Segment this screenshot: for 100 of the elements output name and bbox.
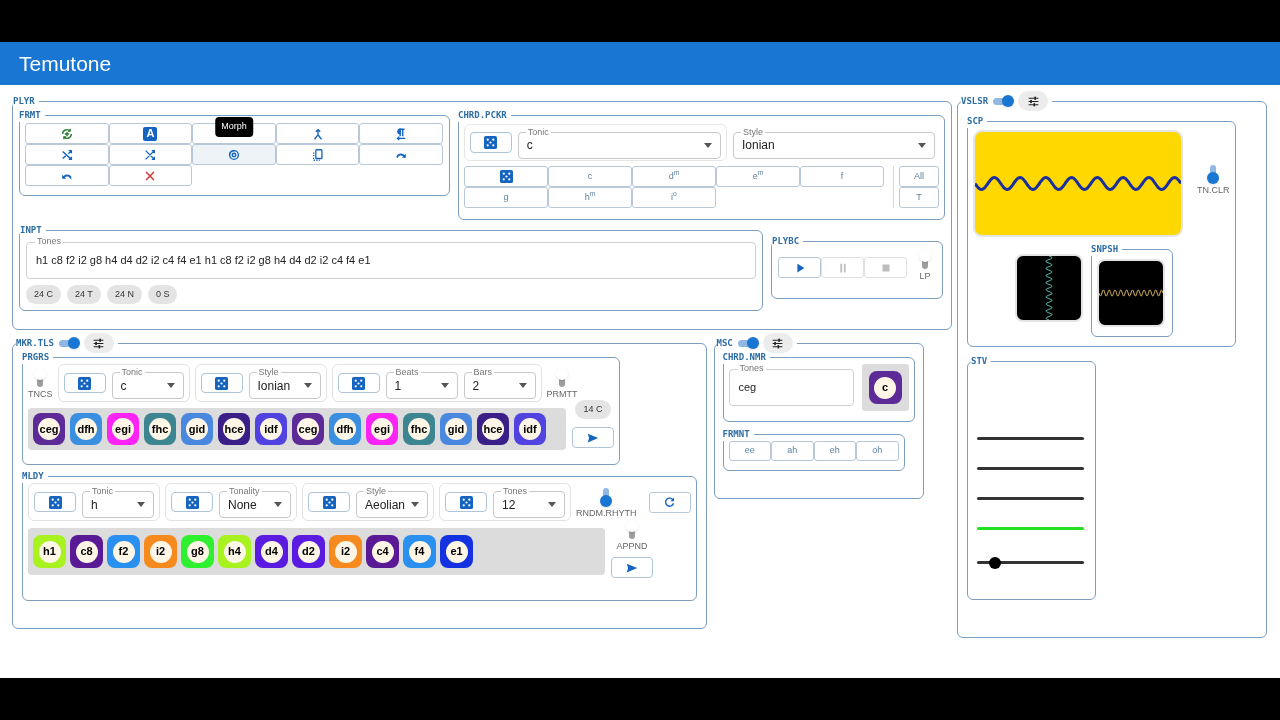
section-title: FRMNT [722, 429, 750, 439]
tooltip: Morph [215, 117, 253, 137]
send-button[interactable] [572, 427, 614, 448]
caret-icon [166, 383, 175, 388]
chord-button[interactable]: f [800, 166, 884, 187]
section-title: VSLSR [961, 96, 989, 106]
section-title: FRMT [19, 110, 41, 120]
slider[interactable] [977, 557, 1084, 569]
note-tile[interactable]: f4 [403, 535, 436, 568]
play-button[interactable] [778, 257, 821, 278]
random-button[interactable] [337, 373, 380, 393]
formant-button[interactable]: ee [728, 441, 771, 461]
filter-button[interactable]: All [899, 166, 939, 187]
chord-button[interactable]: i$^{o}$ [632, 187, 716, 208]
random-button[interactable] [464, 166, 548, 187]
note-tile[interactable]: g8 [181, 535, 214, 568]
toggle-switch[interactable] [992, 95, 1015, 107]
settings-button[interactable] [83, 333, 114, 353]
app-title: Temutone [19, 50, 112, 77]
toggle-switch[interactable] [919, 250, 931, 270]
toggle-switch[interactable] [736, 337, 759, 349]
crossing-arrows-icon [143, 147, 158, 162]
dice-icon [499, 170, 513, 183]
random-button[interactable] [308, 492, 350, 512]
caret-icon [411, 502, 419, 507]
formant-button[interactable]: ah [771, 441, 814, 461]
random-button[interactable] [200, 373, 243, 393]
section-title: PLYR [13, 96, 35, 106]
settings-icon [92, 336, 106, 350]
note-tile[interactable]: i2 [144, 535, 177, 568]
caret-icon [548, 502, 556, 507]
refresh-button[interactable] [648, 491, 691, 513]
section-title: INPT [20, 225, 42, 235]
note-tile[interactable]: ceg [33, 413, 65, 445]
chord-button[interactable]: c [548, 166, 632, 187]
random-button[interactable] [171, 492, 213, 512]
note-tile[interactable]: hce [218, 413, 250, 445]
note-tile[interactable]: e1 [440, 535, 473, 568]
count-chip: 14 C [575, 400, 611, 419]
format-button[interactable] [25, 123, 109, 144]
note-tile[interactable]: c [868, 371, 902, 404]
send-button[interactable] [611, 557, 653, 578]
caret-icon [704, 142, 712, 148]
note-tile[interactable]: c4 [366, 535, 399, 568]
random-button[interactable] [445, 492, 487, 512]
chord-button[interactable]: h$^{m}$ [548, 187, 632, 208]
settings-icon [771, 336, 785, 350]
format-button[interactable] [275, 144, 360, 165]
note-tile[interactable]: d4 [255, 535, 288, 568]
note-tile[interactable]: fhc [144, 413, 176, 445]
random-button[interactable] [63, 373, 106, 393]
toggle-switch[interactable] [57, 337, 80, 349]
toggle-switch[interactable] [34, 367, 47, 388]
section-title: SNPSH [1091, 244, 1119, 254]
note-tile[interactable]: d2 [292, 535, 325, 568]
sine-wave [1099, 289, 1163, 297]
chord-button[interactable]: d$^{m}$ [632, 166, 716, 187]
toggle-label: TN.CLR [1197, 186, 1230, 195]
note-tile[interactable]: gid [440, 413, 472, 445]
note-tile[interactable]: dfh [329, 413, 361, 445]
settings-button[interactable] [1018, 91, 1049, 111]
spiral-icon [227, 147, 241, 162]
note-tile[interactable]: i2 [329, 535, 362, 568]
random-button[interactable] [34, 492, 76, 512]
sine-wave [1045, 256, 1053, 320]
settings-button[interactable] [762, 333, 793, 353]
toggle-label: TNCS [28, 389, 53, 399]
format-button[interactable] [25, 144, 109, 165]
note-tile[interactable]: h4 [218, 535, 251, 568]
note-tile[interactable]: f2 [107, 535, 140, 568]
caret-icon [918, 142, 926, 148]
formant-button[interactable]: eh [813, 441, 856, 461]
note-tile[interactable]: ceg [292, 413, 324, 445]
toggle-label: PRMTT [546, 389, 578, 399]
chord-button[interactable]: g [464, 187, 548, 208]
note-tile[interactable]: gid [181, 413, 213, 445]
note-tile[interactable]: egi [366, 413, 398, 445]
format-button[interactable] [359, 123, 443, 144]
toggle-switch[interactable] [1207, 164, 1220, 184]
format-button[interactable]: A [108, 123, 193, 144]
note-tile[interactable]: egi [107, 413, 139, 445]
note-tile[interactable]: h1 [33, 535, 66, 568]
toggle-switch[interactable] [556, 367, 568, 388]
note-tile[interactable]: idf [255, 413, 287, 445]
caret-icon [303, 383, 312, 388]
dice-icon [78, 376, 91, 390]
note-tile[interactable]: idf [514, 413, 546, 445]
note-tile[interactable]: hce [477, 413, 509, 445]
toggle-label: APPND [616, 542, 648, 551]
random-button[interactable] [470, 132, 512, 153]
toggle-switch[interactable] [626, 520, 638, 540]
dice-icon [352, 376, 365, 390]
note-tile[interactable]: c8 [70, 535, 103, 568]
section-title: PRGRS [22, 352, 50, 362]
note-tile[interactable]: dfh [70, 413, 102, 445]
formant-button[interactable]: oh [856, 441, 899, 461]
toggle-switch[interactable] [600, 486, 613, 507]
filter-button[interactable]: T [899, 187, 939, 208]
chord-button[interactable]: e$^{m}$ [716, 166, 800, 187]
note-tile[interactable]: fhc [403, 413, 435, 445]
